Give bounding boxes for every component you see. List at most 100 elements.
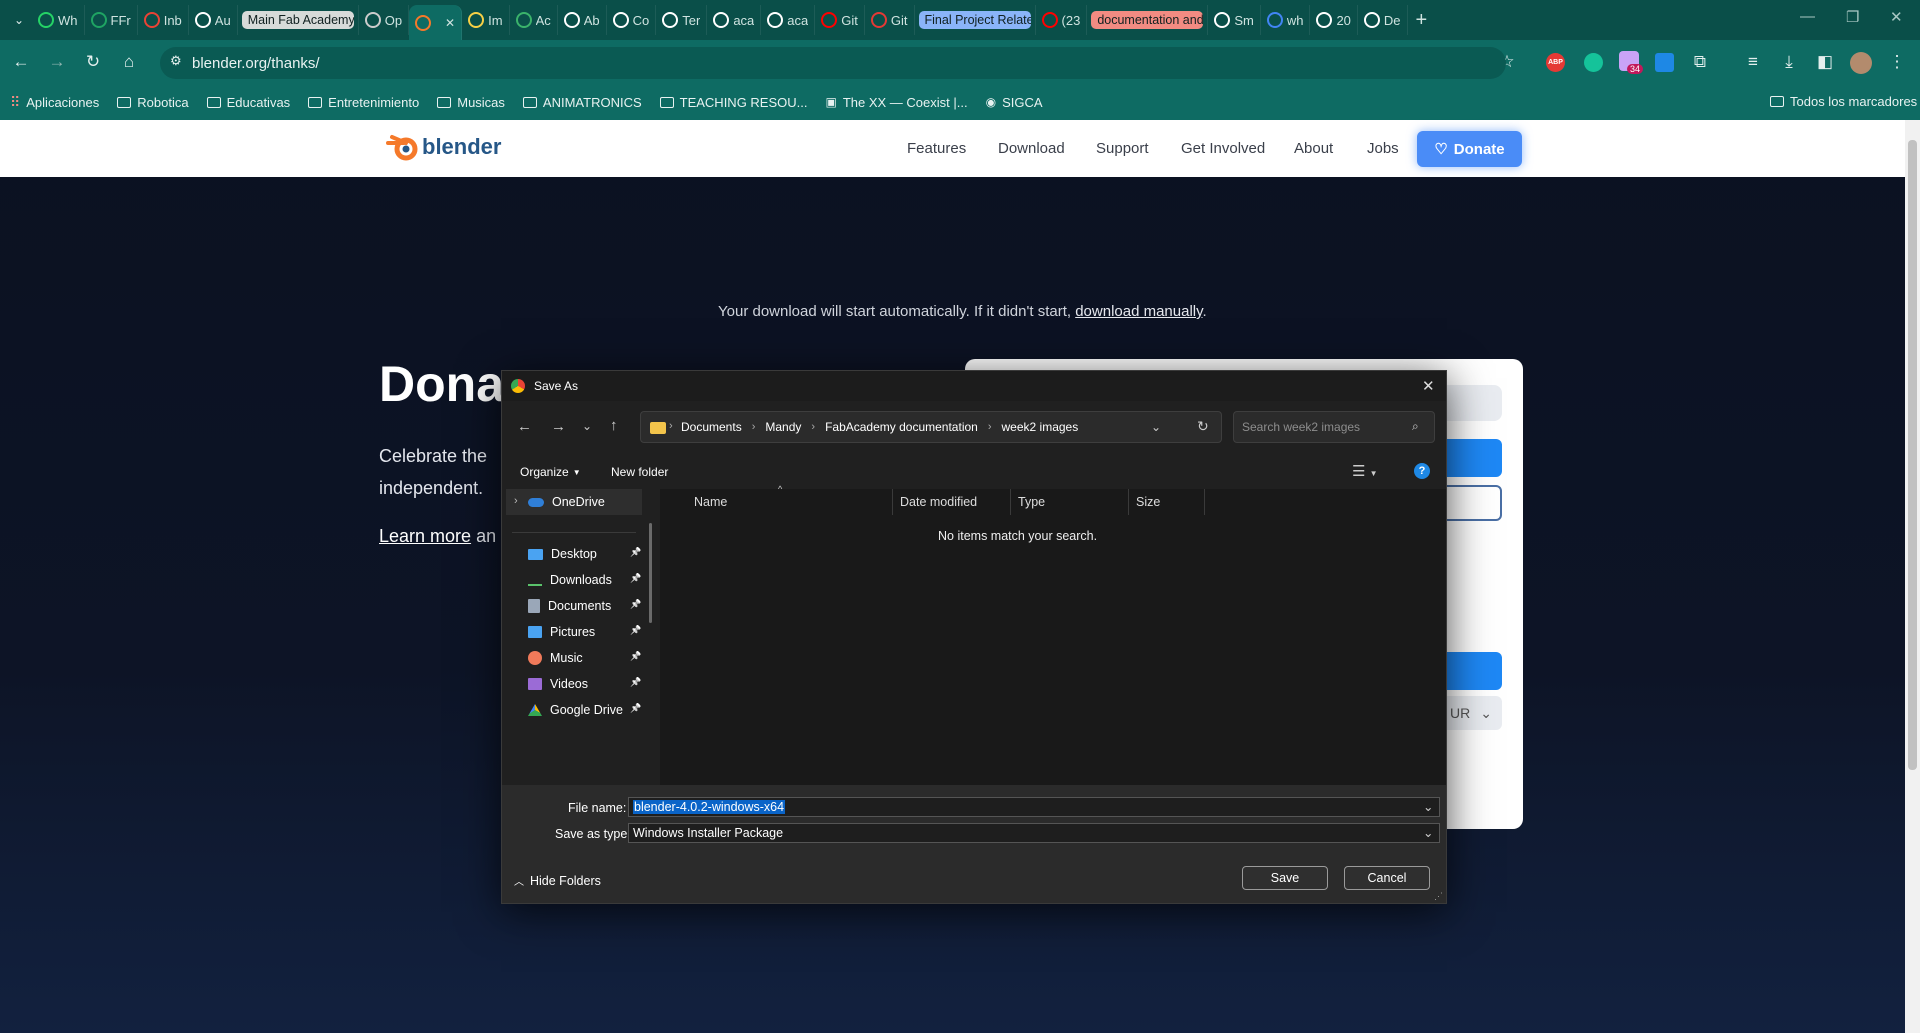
learn-more-link[interactable]: Learn more xyxy=(379,526,471,546)
browser-tab[interactable]: Ter xyxy=(656,5,708,35)
browser-tab[interactable]: Co xyxy=(607,5,657,35)
col-size[interactable]: Size xyxy=(1136,495,1160,509)
back-icon[interactable]: ← xyxy=(8,49,34,75)
resize-grip-icon[interactable]: ⋰ xyxy=(1434,891,1443,902)
close-window-icon[interactable]: ✕ xyxy=(1890,8,1903,26)
dialog-address-bar[interactable]: › Documents › Mandy › FabAcademy documen… xyxy=(640,411,1222,443)
blender-logo[interactable]: blender xyxy=(386,132,501,162)
nav-item-pictures[interactable]: Pictures xyxy=(528,619,595,645)
browser-tab[interactable]: Wh xyxy=(32,5,85,35)
bookmark-item[interactable]: Robotica xyxy=(117,95,189,110)
browser-tab[interactable]: Final Project Related xyxy=(915,5,1036,35)
maximize-icon[interactable]: ❐ xyxy=(1846,8,1859,26)
tab-group-label[interactable]: Main Fab Academy xyxy=(241,11,354,29)
browser-tab[interactable]: Main Fab Academy xyxy=(238,5,359,35)
media-control-icon[interactable]: ≡ xyxy=(1740,49,1766,75)
nav-jobs[interactable]: Jobs xyxy=(1367,140,1399,157)
help-icon[interactable]: ? xyxy=(1414,463,1430,479)
menu-kebab-icon[interactable]: ⋮ xyxy=(1884,49,1910,75)
browser-tab[interactable]: (23 xyxy=(1036,5,1088,35)
dialog-close-icon[interactable]: ✕ xyxy=(1422,377,1435,395)
browser-tab[interactable]: Ac xyxy=(510,5,558,35)
adblock-icon[interactable]: ABP xyxy=(1546,53,1565,72)
bookmark-item[interactable]: Educativas xyxy=(206,95,290,110)
column-divider[interactable] xyxy=(1010,489,1011,515)
browser-tab[interactable]: Git xyxy=(815,5,865,35)
browser-tab[interactable]: documentation and m xyxy=(1087,5,1209,35)
address-dropdown-icon[interactable]: ⌄ xyxy=(1151,420,1161,434)
nav-item-desktop[interactable]: Desktop xyxy=(528,541,597,567)
tab-group-label[interactable]: Final Project Related xyxy=(918,11,1031,29)
expand-chevron-icon[interactable]: › xyxy=(514,495,518,507)
nav-get-involved[interactable]: Get Involved xyxy=(1181,140,1265,157)
breadcrumb-week2[interactable]: week2 images xyxy=(1002,420,1079,434)
pin-icon[interactable]: 📌 xyxy=(630,677,641,688)
page-scrollbar[interactable] xyxy=(1905,120,1920,1033)
bookmark-item[interactable]: ◉ SIGCA xyxy=(986,95,1043,110)
nav-item-google-drive[interactable]: Google Drive xyxy=(528,697,623,723)
bookmark-item[interactable]: ANIMATRONICS xyxy=(522,95,642,110)
breadcrumb-fabacademy[interactable]: FabAcademy documentation xyxy=(825,420,978,434)
scrollbar-thumb[interactable] xyxy=(1908,140,1917,770)
dialog-search-input[interactable]: Search week2 images ⌕ xyxy=(1233,411,1435,443)
chevron-down-icon[interactable]: ⌄ xyxy=(1423,825,1433,840)
column-divider[interactable] xyxy=(1128,489,1129,515)
col-name[interactable]: Name xyxy=(694,495,727,509)
bookmark-item[interactable]: Musicas xyxy=(437,95,505,110)
column-divider[interactable] xyxy=(892,489,893,515)
pin-icon[interactable]: 📌 xyxy=(630,547,641,558)
pin-icon[interactable]: 📌 xyxy=(630,625,641,636)
browser-tab[interactable]: Git xyxy=(865,5,915,35)
pin-icon[interactable]: 📌 xyxy=(630,599,641,610)
address-bar[interactable]: ⚙ blender.org/thanks/ xyxy=(160,47,1506,79)
browser-tab[interactable]: FFr xyxy=(85,5,138,35)
dlg-forward-icon[interactable]: → xyxy=(551,418,566,435)
pin-icon[interactable]: 📌 xyxy=(630,703,641,714)
pin-icon[interactable]: 📌 xyxy=(630,573,641,584)
tab-search-icon[interactable]: ⌄ xyxy=(6,7,32,33)
side-panel-icon[interactable]: ◧ xyxy=(1812,49,1838,75)
breadcrumb-mandy[interactable]: Mandy xyxy=(765,420,801,434)
organize-menu[interactable]: Organize ▼ xyxy=(520,465,581,479)
bookmark-item[interactable]: TEACHING RESOU... xyxy=(659,95,808,110)
browser-tab[interactable]: Ab xyxy=(558,5,607,35)
bookmark-item[interactable]: ▣ The XX — Coexist |... xyxy=(826,95,968,110)
browser-tab[interactable]: aca xyxy=(707,5,762,35)
browser-tab[interactable]: Im xyxy=(462,5,510,35)
forward-icon[interactable]: → xyxy=(44,49,70,75)
chevron-down-icon[interactable]: ⌄ xyxy=(1423,799,1433,814)
close-tab-icon[interactable]: ✕ xyxy=(445,16,455,30)
all-bookmarks[interactable]: Todos los marcadores xyxy=(1770,94,1917,109)
browser-tab[interactable]: 20 xyxy=(1310,5,1358,35)
downloads-toolbar-icon[interactable]: ⤓ xyxy=(1776,49,1802,75)
bookmark-item[interactable]: Entretenimiento xyxy=(308,95,419,110)
new-folder-button[interactable]: New folder xyxy=(611,465,668,479)
pin-icon[interactable]: 📌 xyxy=(630,651,641,662)
browser-tab[interactable]: Op xyxy=(359,5,410,35)
dlg-back-icon[interactable]: ← xyxy=(517,418,532,435)
extensions-puzzle-icon[interactable]: ⧉ xyxy=(1687,49,1713,75)
download-manually-link[interactable]: download manually xyxy=(1075,303,1202,320)
dlg-recent-icon[interactable]: ⌄ xyxy=(582,419,592,433)
dlg-up-icon[interactable]: ↑ xyxy=(610,417,618,434)
column-divider[interactable] xyxy=(1204,489,1205,515)
file-name-input[interactable]: blender-4.0.2-windows-x64 ⌄ xyxy=(628,797,1440,817)
breadcrumb-documents[interactable]: Documents xyxy=(681,420,742,434)
nav-item-downloads[interactable]: Downloads xyxy=(528,567,612,593)
tab-group-label[interactable]: documentation and m xyxy=(1091,11,1204,29)
minimize-icon[interactable]: — xyxy=(1800,8,1815,25)
hide-folders-toggle[interactable]: ︿ Hide Folders xyxy=(514,873,601,889)
grammarly-icon[interactable] xyxy=(1584,53,1603,72)
nav-download[interactable]: Download xyxy=(998,140,1065,157)
address-refresh-icon[interactable]: ↻ xyxy=(1197,418,1209,435)
view-options-icon[interactable]: ☰ ▼ xyxy=(1352,462,1378,480)
browser-tab[interactable]: De xyxy=(1358,5,1408,35)
nav-scrollbar[interactable] xyxy=(649,523,652,623)
nav-item-documents[interactable]: Documents xyxy=(528,593,611,619)
browser-tab[interactable]: Sm xyxy=(1208,5,1261,35)
nav-about[interactable]: About xyxy=(1294,140,1333,157)
new-tab-button[interactable]: + xyxy=(1416,9,1428,32)
browser-tab[interactable]: Inb xyxy=(138,5,189,35)
profile-avatar[interactable] xyxy=(1850,52,1872,74)
browser-tab[interactable]: aca xyxy=(761,5,816,35)
